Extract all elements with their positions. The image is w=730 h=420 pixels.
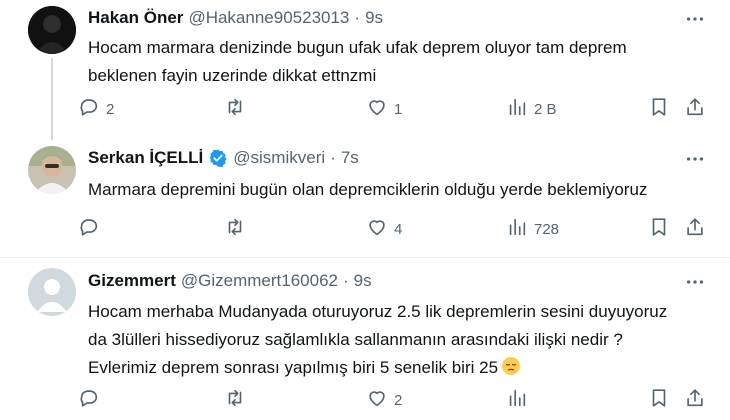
tweet-header: Gizemmert @Gizemmert160062 · 9s	[88, 270, 372, 292]
views-icon	[506, 96, 528, 122]
reply-icon	[78, 96, 100, 122]
tweet-text: Hocam marmara denizinde bugun ufak ufak …	[88, 38, 627, 85]
like-count: 4	[394, 220, 403, 238]
views-button[interactable]: 2 B	[506, 97, 557, 121]
display-name[interactable]: Serkan İÇELLİ	[88, 147, 203, 169]
share-button[interactable]	[684, 97, 706, 121]
more-icon[interactable]	[684, 271, 706, 293]
repost-button[interactable]	[224, 217, 252, 241]
bookmark-icon	[648, 387, 670, 413]
thread-line	[51, 58, 53, 140]
verified-badge-icon	[208, 148, 228, 168]
bookmark-icon	[648, 216, 670, 242]
action-bar: 2 1 2 B	[78, 97, 708, 121]
avatar[interactable]	[28, 146, 76, 194]
tweet-3[interactable]: Gizemmert @Gizemmert160062 · 9s Hocam me…	[0, 258, 730, 420]
bookmark-button[interactable]	[648, 388, 670, 412]
tweet-header: Hakan Öner @Hakanne90523013 · 9s	[88, 7, 383, 29]
share-icon	[684, 387, 706, 413]
views-count: 2 B	[534, 100, 557, 118]
share-icon	[684, 96, 706, 122]
repost-button[interactable]	[224, 388, 252, 412]
bookmark-button[interactable]	[648, 217, 670, 241]
like-icon	[366, 96, 388, 122]
avatar-image	[28, 6, 76, 54]
separator-dot: ·	[342, 271, 349, 290]
repost-icon	[224, 387, 246, 413]
avatar[interactable]	[28, 268, 76, 316]
tweet-1[interactable]: Hakan Öner @Hakanne90523013 · 9s Hocam m…	[0, 0, 730, 140]
views-button[interactable]: 728	[506, 217, 559, 241]
views-count: 728	[534, 220, 560, 238]
timestamp[interactable]: 9s	[354, 270, 372, 292]
reply-button[interactable]	[78, 217, 106, 241]
username-handle[interactable]: @Gizemmert160062	[181, 270, 338, 292]
views-icon	[506, 387, 528, 413]
reply-button[interactable]	[78, 388, 106, 412]
action-bar: 4 728	[78, 217, 708, 241]
repost-button[interactable]	[224, 97, 252, 121]
avatar-image	[28, 146, 76, 194]
like-button[interactable]: 4	[366, 217, 402, 241]
timestamp[interactable]: 9s	[365, 7, 383, 29]
tweet-2[interactable]: Serkan İÇELLİ @sismikveri · 7s Marmara d…	[0, 140, 730, 255]
avatar[interactable]	[28, 6, 76, 54]
like-count: 2	[394, 391, 403, 409]
share-button[interactable]	[684, 217, 706, 241]
like-count: 1	[394, 100, 403, 118]
display-name[interactable]: Gizemmert	[88, 270, 176, 292]
repost-icon	[224, 216, 246, 242]
views-icon	[506, 216, 528, 242]
username-handle[interactable]: @Hakanne90523013	[188, 7, 349, 29]
views-button[interactable]	[506, 388, 534, 412]
tweet-text: Hocam merhaba Mudanyada oturuyoruz 2.5 l…	[88, 298, 688, 382]
tweet-text-content: Hocam merhaba Mudanyada oturuyoruz 2.5 l…	[88, 302, 668, 377]
like-icon	[366, 216, 388, 242]
like-button[interactable]: 1	[366, 97, 402, 121]
share-icon	[684, 216, 706, 242]
bookmark-button[interactable]	[648, 97, 670, 121]
timestamp[interactable]: 7s	[341, 147, 359, 169]
reply-icon	[78, 387, 100, 413]
separator-dot: ·	[354, 8, 361, 27]
pensive-face-emoji	[501, 356, 521, 376]
like-button[interactable]: 2	[366, 388, 402, 412]
action-bar: 2	[78, 388, 708, 412]
more-icon[interactable]	[684, 8, 706, 30]
reply-count: 2	[106, 100, 115, 118]
username-handle[interactable]: @sismikveri	[233, 147, 325, 169]
tweet-header: Serkan İÇELLİ @sismikveri · 7s	[88, 147, 359, 169]
repost-icon	[224, 96, 246, 122]
like-icon	[366, 387, 388, 413]
reply-icon	[78, 216, 100, 242]
share-button[interactable]	[684, 388, 706, 412]
default-avatar-icon	[28, 268, 76, 316]
more-icon[interactable]	[684, 148, 706, 170]
reply-button[interactable]: 2	[78, 97, 114, 121]
bookmark-icon	[648, 96, 670, 122]
display-name[interactable]: Hakan Öner	[88, 7, 183, 29]
separator-dot: ·	[330, 148, 336, 167]
tweet-text: Marmara depremini bugün olan depremcikle…	[88, 180, 648, 199]
